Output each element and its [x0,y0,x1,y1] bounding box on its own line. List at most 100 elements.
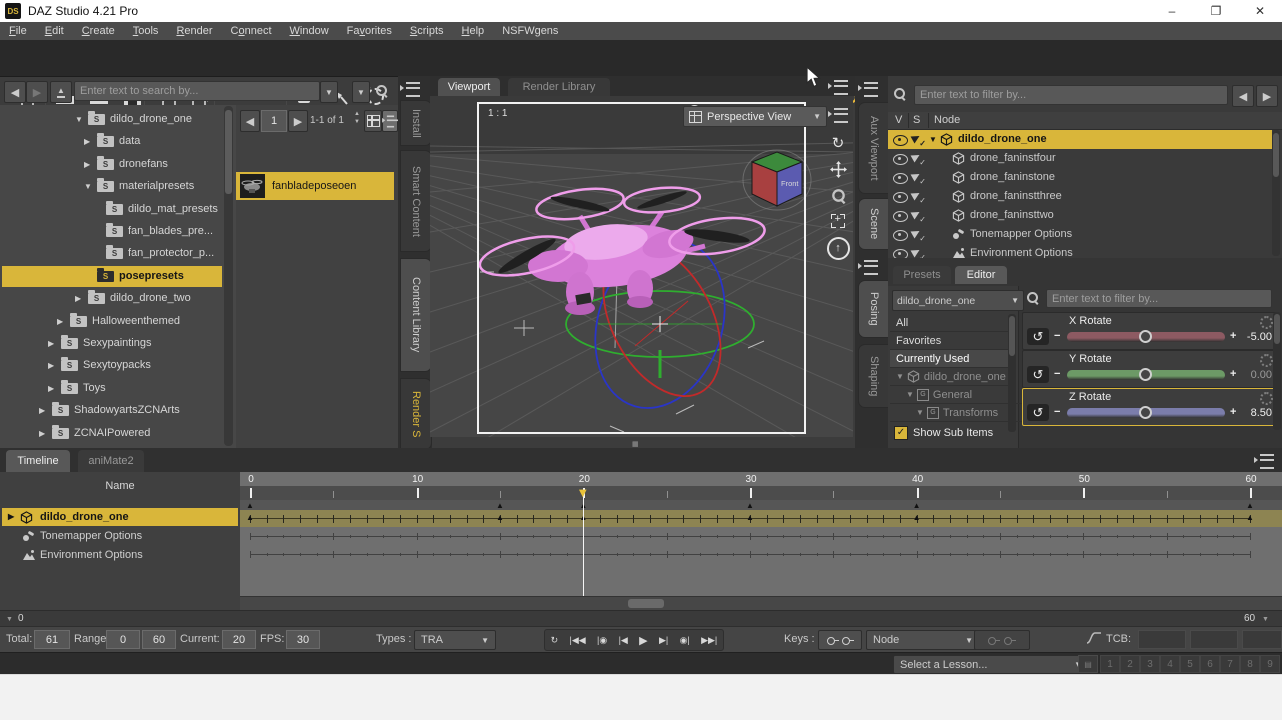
viewport-canvas[interactable]: Front [430,96,853,437]
slider-value[interactable]: 0.00 [1251,369,1272,381]
scene-back-button[interactable]: ◀ [1232,85,1254,107]
nav-back-button[interactable]: ◀ [4,81,26,103]
reset-view-icon[interactable]: ↑ [826,236,850,260]
range-start-handle[interactable]: ▼ [6,616,13,623]
tree-item-data[interactable]: ▶Sdata [2,131,222,152]
expand-arrow[interactable]: ▶ [8,512,14,521]
nav-up-button[interactable]: ▲ [50,81,72,103]
tree-item-dildo-drone-one[interactable]: ▼Sdildo_drone_one [2,109,222,130]
tree-item-fan-protector-p[interactable]: Sfan_protector_p... [2,243,222,264]
gear-icon[interactable] [1260,392,1273,405]
slider-track[interactable] [1067,332,1225,342]
lesson-number-5[interactable]: 5 [1180,655,1200,673]
tree-item-dildo-mat-presets[interactable]: Sdildo_mat_presets [2,199,222,220]
param-tree-general[interactable]: ▼GGeneral [890,386,1024,404]
slider-value[interactable]: -5.00 [1247,331,1272,343]
menu-connect[interactable]: Connect [222,25,281,37]
slider-minus-button[interactable]: − [1054,406,1060,418]
lesson-number-6[interactable]: 6 [1200,655,1220,673]
current-value[interactable]: 20 [222,630,256,649]
tcb-t-field[interactable] [1138,630,1186,649]
grid-view-button[interactable] [364,110,382,132]
param-scrollbar[interactable] [1273,312,1281,430]
selectability-cursor-icon[interactable] [911,171,924,183]
page-next-button[interactable]: ▶ [288,110,308,132]
param-node-dropdown[interactable]: dildo_drone_one▼ [892,290,1024,311]
slider-handle[interactable] [1139,368,1152,381]
tree-scrollbar[interactable] [224,106,233,446]
key-create-buttons[interactable] [818,630,862,650]
visibility-eye-icon[interactable] [893,230,908,241]
key-node-dropdown[interactable]: Node▼ [866,630,980,650]
range-start-value[interactable]: 0 [106,630,140,649]
timeline-ruler[interactable] [240,486,1282,500]
timeline-pane-menu-icon[interactable] [1260,454,1274,472]
selectability-cursor-icon[interactable] [911,209,924,221]
tcb-b-field[interactable] [1242,630,1282,649]
param-group-currently-used[interactable]: Currently Used [890,350,1014,368]
slider-value[interactable]: 8.50 [1251,407,1272,419]
pane-splitter-handle[interactable]: ▦ [632,440,640,448]
scene-pane-menu-icon[interactable] [864,82,878,100]
next-key-button[interactable]: ◉| [680,635,690,646]
lesson-dropdown[interactable]: Select a Lesson...▼ [893,655,1089,674]
playhead-marker[interactable]: ▼ [576,485,589,500]
play-button[interactable]: ▶ [639,634,647,647]
nav-forward-button[interactable]: ▶ [26,81,48,103]
tree-item-fan-blades-pre[interactable]: Sfan_blades_pre... [2,221,222,242]
tree-item-toys[interactable]: ▶SToys [2,378,222,399]
tree-item-sexytoypacks[interactable]: ▶SSexytoypacks [2,355,222,376]
show-sub-items-checkbox[interactable]: ✓Show Sub Items [890,424,1012,441]
menu-file[interactable]: File [0,25,36,37]
slider-handle[interactable] [1139,330,1152,343]
loop-button[interactable]: ↻ [551,635,559,646]
tree-item-dronefans[interactable]: ▶Sdronefans [2,154,222,175]
close-button[interactable]: ✕ [1238,0,1282,22]
slider-minus-button[interactable]: − [1054,330,1060,342]
scene-filter-icon[interactable] [893,87,906,103]
search-history-dropdown[interactable]: ▼ [320,81,338,103]
timeline-name-environment-options[interactable]: Environment Options [2,546,238,564]
tree-item-halloweenthemed[interactable]: ▶SHalloweenthemed [2,311,222,332]
zoom-view-icon[interactable] [826,184,850,206]
tab-animate2[interactable]: aniMate2 [78,450,144,472]
timeline-name-dildo-drone-one[interactable]: ▶dildo_drone_one [2,508,238,526]
pan-view-icon[interactable] [826,158,850,180]
library-search-input[interactable] [74,81,320,101]
tab-presets[interactable]: Presets [893,266,951,284]
tab-smart-content[interactable]: Smart Content [400,150,432,252]
scene-node-drone-faninstone[interactable]: drone_faninstone [888,168,1272,187]
tab-scene[interactable]: Scene [858,198,890,250]
lesson-number-8[interactable]: 8 [1240,655,1260,673]
slider-plus-button[interactable]: + [1230,368,1236,380]
restore-button[interactable]: ❐ [1194,0,1238,22]
scene-scrollbar[interactable] [1272,130,1280,256]
tree-item-dildo-drone-two[interactable]: ▶Sdildo_drone_two [2,288,222,309]
expand-arrow[interactable]: ▼ [929,135,937,144]
track-options-1[interactable] [240,548,1282,560]
step-back-button[interactable]: |◀ [619,635,628,646]
selectability-cursor-icon[interactable] [911,190,924,202]
menu-render[interactable]: Render [167,25,221,37]
params-pane-menu-icon[interactable] [864,260,878,278]
slider-track[interactable] [1067,370,1225,380]
menu-help[interactable]: Help [453,25,494,37]
fps-value[interactable]: 30 [286,630,320,649]
track-options-0[interactable] [240,530,1282,542]
lesson-number-4[interactable]: 4 [1160,655,1180,673]
visibility-eye-icon[interactable] [893,192,908,203]
tab-timeline[interactable]: Timeline [6,450,70,472]
tab-render-settings[interactable]: Render S [400,378,432,450]
param-filter-input[interactable] [1046,289,1272,308]
slider-plus-button[interactable]: + [1230,406,1236,418]
param-group-favorites[interactable]: Favorites [890,332,1014,350]
tree-item-zcnaipowered[interactable]: ▶SZCNAIPowered [2,423,222,444]
tree-scrollbar-thumb[interactable] [225,110,232,194]
page-number[interactable]: 1 [261,110,287,132]
menu-tools[interactable]: Tools [124,25,168,37]
menu-favorites[interactable]: Favorites [338,25,401,37]
scene-node-dildo-drone-one[interactable]: ▼dildo_drone_one [888,130,1272,149]
menu-window[interactable]: Window [281,25,338,37]
param-list-scrollbar[interactable] [1008,314,1016,432]
lesson-number-2[interactable]: 2 [1120,655,1140,673]
